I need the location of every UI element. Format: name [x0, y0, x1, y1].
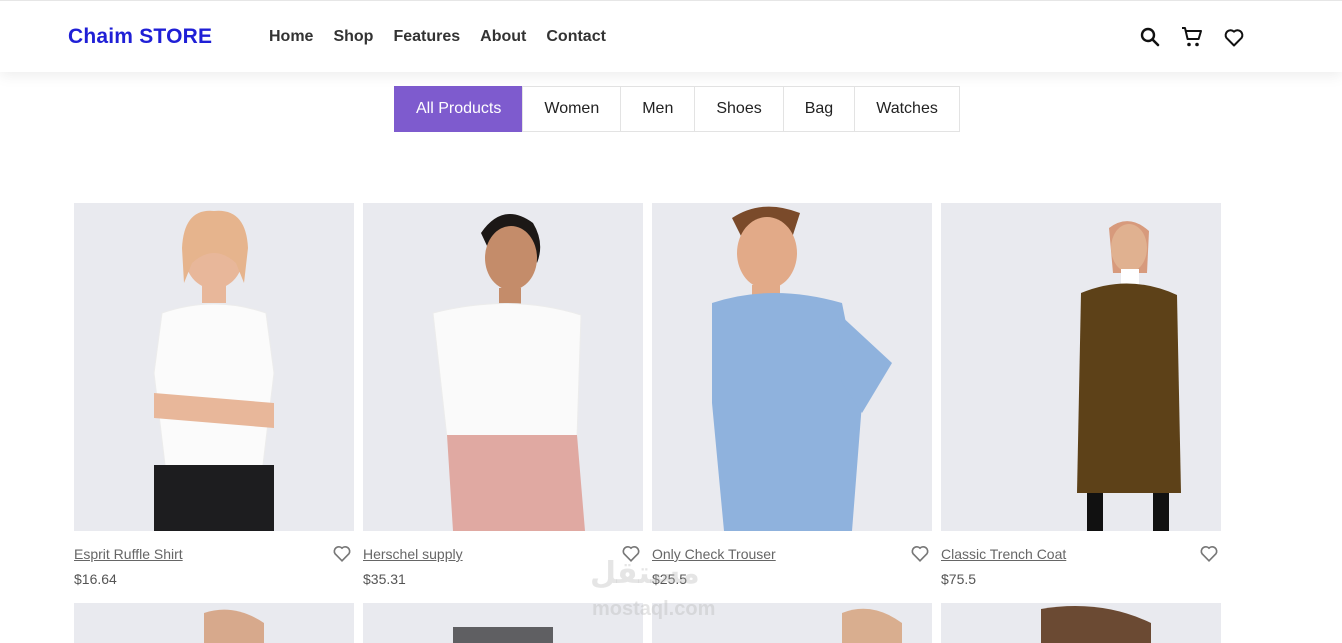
product-card: Classic Trench Coat $75.5 [941, 203, 1221, 587]
product-image[interactable] [74, 603, 354, 643]
nav-features[interactable]: Features [393, 28, 460, 46]
heart-icon[interactable] [1222, 25, 1246, 49]
nav-shop[interactable]: Shop [333, 28, 373, 46]
wishlist-heart-icon[interactable] [909, 542, 931, 564]
product-image[interactable] [941, 603, 1221, 643]
filter-bag[interactable]: Bag [782, 86, 856, 132]
nav-home[interactable]: Home [269, 28, 313, 46]
product-name[interactable]: Esprit Ruffle Shirt [74, 546, 183, 562]
product-card [941, 603, 1221, 643]
filter-all-products[interactable]: All Products [394, 86, 524, 132]
product-price: $75.5 [941, 571, 977, 587]
category-filters: All Products Women Men Shoes Bag Watches [394, 86, 960, 132]
product-price: $35.31 [363, 571, 406, 587]
product-price: $16.64 [74, 571, 117, 587]
search-icon[interactable] [1138, 25, 1162, 49]
nav-about[interactable]: About [480, 28, 526, 46]
wishlist-heart-icon[interactable] [331, 542, 353, 564]
watermark-logo: مستقل [590, 557, 700, 590]
nav-contact[interactable]: Contact [546, 28, 606, 46]
product-image[interactable] [652, 203, 932, 531]
main-nav: Home Shop Features About Contact [269, 28, 606, 46]
product-card: Herschel supply $35.31 [363, 203, 643, 587]
brand-logo[interactable]: Chaim STORE [68, 25, 212, 49]
product-image[interactable] [363, 203, 643, 531]
product-name[interactable]: Herschel supply [363, 546, 463, 562]
product-image[interactable] [941, 203, 1221, 531]
product-card: Esprit Ruffle Shirt $16.64 [74, 203, 354, 587]
header: Chaim STORE Home Shop Features About Con… [0, 0, 1342, 72]
product-name[interactable]: Classic Trench Coat [941, 546, 1066, 562]
filter-shoes[interactable]: Shoes [694, 86, 784, 132]
watermark-url: mostaql.com [592, 598, 716, 620]
cart-icon[interactable] [1180, 25, 1204, 49]
header-actions [1138, 25, 1246, 49]
filter-watches[interactable]: Watches [854, 86, 960, 132]
product-card: Only Check Trouser $25.5 [652, 203, 932, 587]
product-image[interactable] [74, 203, 354, 531]
filter-men[interactable]: Men [620, 86, 696, 132]
product-card [74, 603, 354, 643]
wishlist-heart-icon[interactable] [1198, 542, 1220, 564]
filter-women[interactable]: Women [522, 86, 622, 132]
